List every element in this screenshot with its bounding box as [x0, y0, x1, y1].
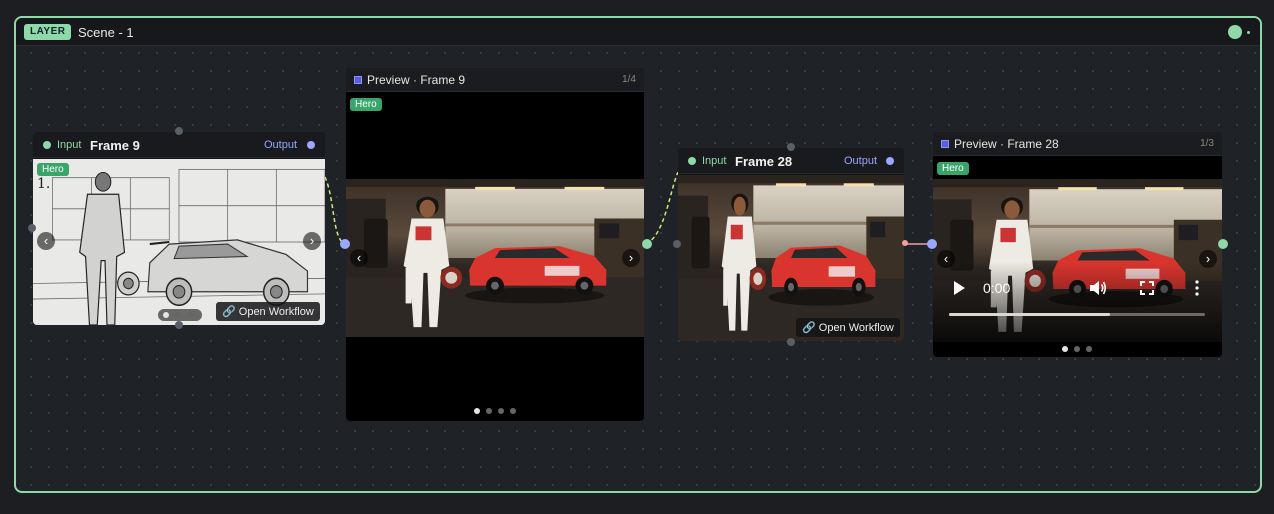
hero-tag: Hero: [37, 163, 69, 176]
step-number: 1.: [37, 176, 51, 192]
frame9-top-anchor[interactable]: [175, 127, 183, 135]
open-workflow-button[interactable]: 🔗 Open Workflow: [216, 302, 320, 321]
preview-icon: [354, 76, 362, 84]
input-label: Input: [57, 139, 82, 151]
preview-icon: [941, 140, 949, 148]
frame28-top-anchor[interactable]: [787, 143, 795, 151]
chevron-right-icon[interactable]: ›: [622, 249, 640, 267]
volume-icon[interactable]: [1089, 280, 1107, 296]
link-icon: 🔗: [222, 306, 236, 318]
video-time: 0:00: [983, 280, 1011, 296]
preview9-image: [346, 179, 644, 337]
carousel-dot[interactable]: [1074, 346, 1080, 352]
output-port-icon[interactable]: [307, 141, 315, 149]
fullscreen-icon[interactable]: [1140, 281, 1154, 295]
open-workflow-label: Open Workflow: [818, 322, 894, 334]
frame28-bottom-anchor[interactable]: [787, 338, 795, 346]
hero-tag: Hero: [350, 98, 382, 111]
input-port-icon[interactable]: [43, 141, 51, 149]
carousel-dots-row: [1062, 346, 1092, 352]
wire-frame9-to-preview9: [324, 176, 345, 245]
carousel-dots-row: [163, 312, 193, 318]
output-label: Output: [844, 155, 878, 167]
chevron-right-icon[interactable]: ›: [1199, 250, 1217, 268]
preview9-output-port[interactable]: [642, 239, 652, 249]
carousel-dot[interactable]: [175, 312, 181, 318]
output-port-icon[interactable]: [886, 157, 894, 165]
carousel-dot[interactable]: [1062, 346, 1068, 352]
frame9-image: [33, 159, 325, 325]
preview28-video[interactable]: [933, 179, 1222, 342]
output-label: Output: [264, 139, 298, 151]
carousel-dot[interactable]: [187, 312, 193, 318]
preview28-node[interactable]: Preview · Frame 28 1/3 Hero ‹ › 0:00: [933, 132, 1222, 357]
chevron-left-icon[interactable]: ‹: [937, 250, 955, 268]
wire-preview9-to-frame28: [645, 171, 679, 245]
preview9-header: Preview · Frame 9 1/4: [346, 68, 644, 92]
preview-count: 1/4: [622, 74, 636, 85]
frame28-image: [678, 175, 904, 341]
chevron-left-icon[interactable]: ‹: [350, 249, 368, 267]
play-icon[interactable]: [952, 280, 966, 296]
preview9-input-port[interactable]: [340, 239, 350, 249]
frame28-right-anchor[interactable]: [902, 240, 908, 246]
preview28-input-port[interactable]: [927, 239, 937, 249]
carousel-dots-row: [474, 408, 516, 414]
carousel-dot[interactable]: [498, 408, 504, 414]
preview28-header: Preview · Frame 28 1/3: [933, 132, 1222, 156]
more-vertical-icon[interactable]: [1194, 280, 1200, 296]
input-port-icon[interactable]: [688, 157, 696, 165]
preview-title: Preview · Frame 28: [941, 137, 1059, 151]
chevron-right-icon[interactable]: ›: [303, 232, 321, 250]
frame9-node[interactable]: Input Frame 9 Output Hero 1. ‹ › 🔗 Open …: [33, 132, 325, 325]
open-workflow-label: Open Workflow: [238, 306, 314, 318]
frame28-left-anchor[interactable]: [673, 240, 681, 248]
frame9-bottom-anchor[interactable]: [175, 321, 183, 329]
video-progress-fill: [949, 313, 1111, 316]
hero-tag: Hero: [937, 162, 969, 175]
carousel-dot[interactable]: [510, 408, 516, 414]
carousel-dot[interactable]: [1086, 346, 1092, 352]
node-title: Frame 28: [735, 154, 793, 169]
preview-title: Preview · Frame 9: [354, 73, 465, 87]
carousel-dot[interactable]: [163, 312, 169, 318]
preview28-output-port[interactable]: [1218, 239, 1228, 249]
preview9-node[interactable]: Preview · Frame 9 1/4 Hero ‹ ›: [346, 68, 644, 421]
carousel-dot[interactable]: [486, 408, 492, 414]
video-progress-track[interactable]: [949, 313, 1205, 316]
link-icon: 🔗: [802, 322, 816, 334]
chevron-left-icon[interactable]: ‹: [37, 232, 55, 250]
node-title: Frame 9: [90, 138, 140, 153]
frame9-left-anchor[interactable]: [28, 224, 36, 232]
frame9-header: Input Frame 9 Output: [33, 132, 325, 158]
open-workflow-button[interactable]: 🔗 Open Workflow: [796, 318, 900, 337]
carousel-dot[interactable]: [474, 408, 480, 414]
frame28-node[interactable]: Input Frame 28 Output 🔗 Open Workflow: [678, 148, 904, 341]
preview-count: 1/3: [1200, 138, 1214, 149]
input-label: Input: [702, 155, 727, 167]
frame28-header: Input Frame 28 Output: [678, 148, 904, 174]
